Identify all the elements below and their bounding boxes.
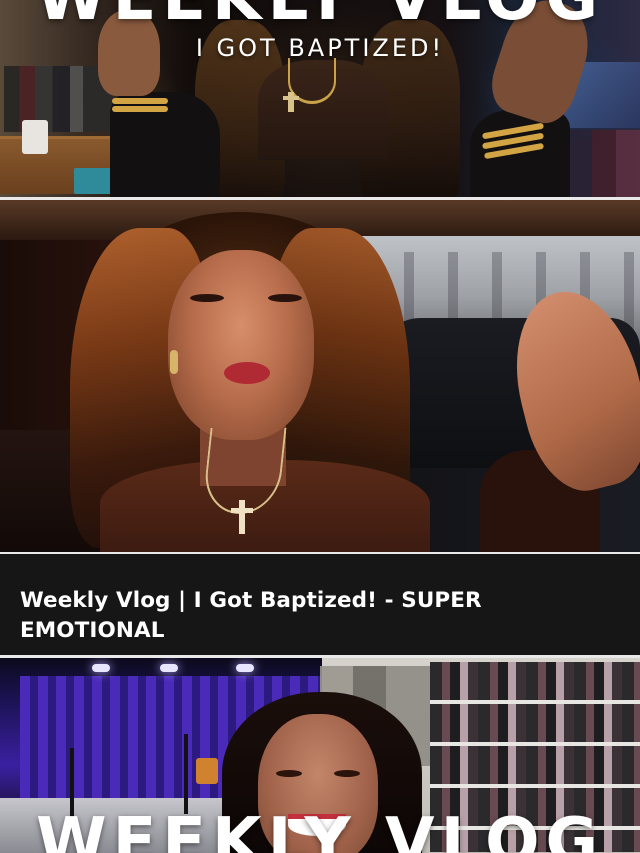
camera-tripod <box>184 734 188 814</box>
person-face <box>168 250 314 440</box>
cross-pendant <box>231 500 253 534</box>
thumbnail-panel-top: WEEKLY VLOG I GOT BAPTIZED! <box>0 0 640 197</box>
video-title-card[interactable]: Weekly Vlog | I Got Baptized! - SUPER EM… <box>0 554 640 658</box>
divider <box>0 655 640 658</box>
person-lips <box>224 362 270 384</box>
gold-bracelet <box>112 106 168 112</box>
banner-subtitle: I GOT BAPTIZED! <box>195 34 445 62</box>
gold-bracelet <box>112 98 168 104</box>
earring <box>170 350 178 374</box>
background-box <box>74 168 114 194</box>
background-cup <box>22 120 48 154</box>
video-title[interactable]: Weekly Vlog | I Got Baptized! - SUPER EM… <box>20 586 620 646</box>
person-eye-left <box>190 294 224 302</box>
banner-title-top: WEEKLY VLOG <box>0 0 640 30</box>
person-eye-right <box>268 294 302 302</box>
studio-light <box>160 664 178 672</box>
banner-title-bottom: WEEKLY VLOG <box>35 805 605 853</box>
person-eye-left <box>276 770 302 777</box>
studio-chair <box>196 758 218 784</box>
thumbnail-panel-car <box>0 200 640 552</box>
person-eye-right <box>334 770 360 777</box>
studio-light <box>236 664 254 672</box>
cross-pendant-small <box>283 92 299 112</box>
studio-light <box>92 664 110 672</box>
